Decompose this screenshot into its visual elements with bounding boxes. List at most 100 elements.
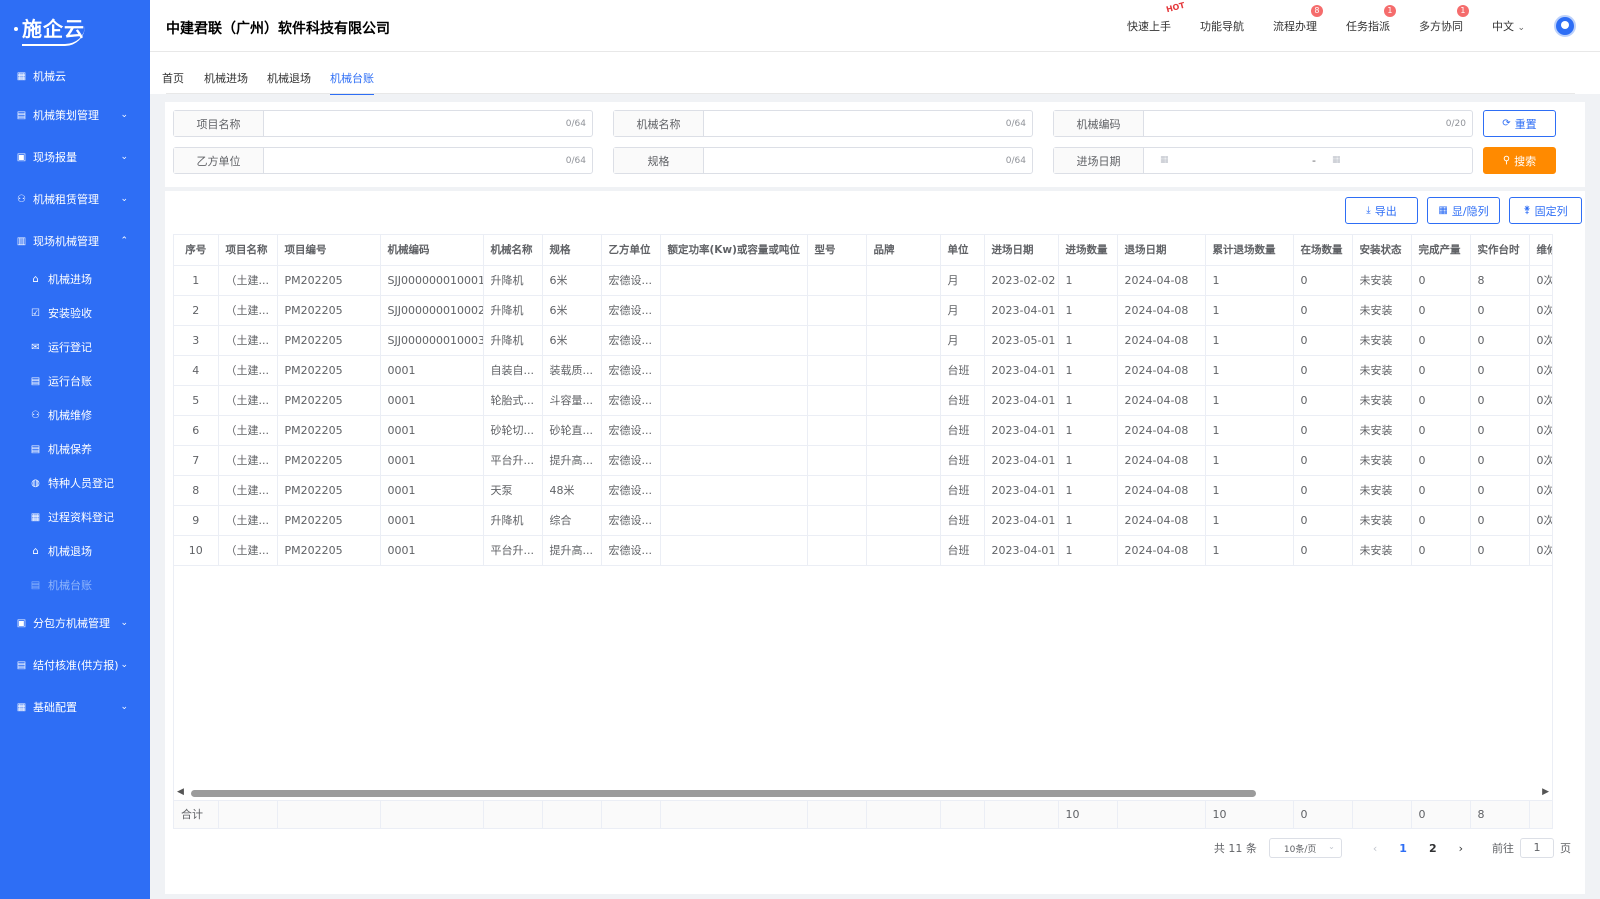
toggle-columns-button[interactable]: ▦ 显/隐列 bbox=[1427, 197, 1500, 224]
machine-name-input[interactable]: 0/64 bbox=[704, 111, 1032, 136]
sidebar-item-2[interactable]: ▤ 机械策划管理 ⌄ bbox=[0, 94, 150, 136]
tab-divider bbox=[166, 93, 1575, 94]
table-row[interactable]: 6 （土建... PM202205 0001 砂轮切... 砂轮直... 宏德设... 台班 2… bbox=[174, 415, 1552, 446]
sidebar-bottom-item-1[interactable]: ▣ 分包方机械管理 ⌄ bbox=[0, 602, 150, 644]
function-nav-link[interactable]: 功能导航 bbox=[1200, 18, 1244, 34]
column-header[interactable]: 维修 bbox=[1529, 235, 1552, 266]
sidebar-subitem-2[interactable]: ☑ 安装验收 bbox=[0, 296, 150, 330]
column-header[interactable]: 额定功率(Kw)或容量或吨位 bbox=[660, 235, 808, 266]
table-cell: 未安装 bbox=[1352, 385, 1412, 416]
scroll-left-icon[interactable]: ◀ bbox=[177, 787, 184, 797]
table-row[interactable]: 1 （土建... PM202205 SJJ000000010001 升降机 6米 宏德设..… bbox=[174, 265, 1552, 296]
scrollbar-thumb[interactable] bbox=[191, 790, 1256, 797]
column-header[interactable]: 退场日期 bbox=[1117, 235, 1206, 266]
prev-page-icon[interactable]: ‹ bbox=[1373, 842, 1377, 855]
table-cell: 2023-04-01 bbox=[984, 415, 1059, 446]
sidebar-bottom-item-3[interactable]: ▦ 基础配置 ⌄ bbox=[0, 686, 150, 728]
user-avatar[interactable] bbox=[1554, 15, 1576, 37]
fix-columns-button[interactable]: ⚵ 固定列 bbox=[1509, 197, 1582, 224]
sidebar-item-3[interactable]: ▣ 现场报量 ⌄ bbox=[0, 136, 150, 178]
machine-code-input[interactable]: 0/20 bbox=[1144, 111, 1472, 136]
sidebar-subitem-4[interactable]: ▤ 运行台账 bbox=[0, 364, 150, 398]
task-assign-link[interactable]: 任务指派 1 bbox=[1346, 5, 1396, 34]
column-header[interactable]: 单位 bbox=[940, 235, 985, 266]
tab-machine-account[interactable]: 机械台账 bbox=[330, 70, 374, 95]
page-2[interactable]: 2 bbox=[1429, 842, 1437, 855]
tab-home[interactable]: 首页 bbox=[162, 70, 184, 93]
table-cell: 2 bbox=[174, 295, 219, 326]
reset-button[interactable]: ⟳ 重置 bbox=[1483, 110, 1556, 137]
search-button[interactable]: ⚲ 搜索 bbox=[1483, 147, 1556, 174]
table-cell: 台班 bbox=[940, 355, 985, 386]
quick-start-link[interactable]: 快速上手 HOT bbox=[1127, 1, 1186, 34]
tab-machine-exit[interactable]: 机械退场 bbox=[267, 70, 311, 93]
page-size-select[interactable]: 10条/页 ⌄ bbox=[1268, 838, 1342, 858]
process-link[interactable]: 流程办理 8 bbox=[1273, 5, 1323, 34]
column-header[interactable]: 累计退场数量 bbox=[1205, 235, 1294, 266]
export-button[interactable]: ⤓ 导出 bbox=[1345, 197, 1418, 224]
horizontal-scrollbar[interactable]: ◀ ▶ bbox=[173, 787, 1553, 799]
table-cell: 1 bbox=[1058, 355, 1118, 386]
table-row[interactable]: 10 （土建... PM202205 0001 平台升... 提升高... 宏德设... 台班… bbox=[174, 535, 1552, 566]
table-cell: PM202205 bbox=[277, 415, 381, 446]
sidebar-item-4[interactable]: ⚇ 机械租赁管理 ⌄ bbox=[0, 178, 150, 220]
column-header[interactable]: 规格 bbox=[542, 235, 602, 266]
sidebar-subitem-1[interactable]: ⌂ 机械进场 bbox=[0, 262, 150, 296]
table-row[interactable]: 7 （土建... PM202205 0001 平台升... 提升高... 宏德设... 台班 2… bbox=[174, 445, 1552, 476]
table-cell: 2024-04-08 bbox=[1117, 505, 1206, 536]
spec-input[interactable]: 0/64 bbox=[704, 148, 1032, 173]
column-header[interactable]: 项目编号 bbox=[277, 235, 381, 266]
table-cell: PM202205 bbox=[277, 535, 381, 566]
collaboration-link[interactable]: 多方协同 1 bbox=[1419, 5, 1469, 34]
column-header[interactable]: 安装状态 bbox=[1352, 235, 1412, 266]
language-select[interactable]: 中文 ⌄ bbox=[1492, 18, 1525, 34]
table-cell: 未安装 bbox=[1352, 535, 1412, 566]
column-header[interactable]: 品牌 bbox=[866, 235, 941, 266]
table-row[interactable]: 3 （土建... PM202205 SJJ000000010003 升降机 6米 宏德设..… bbox=[174, 325, 1552, 356]
table-cell: 宏德设... bbox=[601, 295, 661, 326]
sidebar-item-5[interactable]: ▥ 现场机械管理 ⌃ bbox=[0, 220, 150, 262]
table-cell: （土建... bbox=[218, 535, 278, 566]
column-header[interactable]: 序号 bbox=[174, 235, 219, 266]
table-cell bbox=[866, 265, 941, 296]
table-row[interactable]: 2 （土建... PM202205 SJJ000000010002 升降机 6米 宏德设..… bbox=[174, 295, 1552, 326]
sidebar-subitem-label: 过程资料登记 bbox=[48, 511, 114, 524]
sidebar-subitem-10[interactable]: ▤ 机械台账 bbox=[0, 568, 150, 602]
sidebar-subitem-5[interactable]: ⚇ 机械维修 bbox=[0, 398, 150, 432]
goto-page-input[interactable]: 1 bbox=[1520, 838, 1554, 858]
sidebar-item-1[interactable]: ▦ 机械云 bbox=[0, 58, 150, 94]
column-header[interactable]: 在场数量 bbox=[1293, 235, 1353, 266]
column-header[interactable]: 项目名称 bbox=[218, 235, 278, 266]
sidebar-bottom-item-2[interactable]: ▤ 结付核准(供方报) ⌄ bbox=[0, 644, 150, 686]
column-header[interactable]: 乙方单位 bbox=[601, 235, 661, 266]
sidebar-subitem-6[interactable]: ▤ 机械保养 bbox=[0, 432, 150, 466]
column-header[interactable]: 进场日期 bbox=[984, 235, 1059, 266]
sidebar: 施企云 ▦ 机械云 ▤ 机械策划管理 ⌄ ▣ 现场报量 ⌄ ⚇ 机械租赁管理 ⌄ ▥ 现场机械管理 ⌃ ⌂… bbox=[0, 0, 150, 899]
table-cell: 2024-04-08 bbox=[1117, 445, 1206, 476]
table-row[interactable]: 8 （土建... PM202205 0001 天泵 48米 宏德设... 台班 2023-04-… bbox=[174, 475, 1552, 506]
column-header[interactable]: 进场数量 bbox=[1058, 235, 1118, 266]
table-row[interactable]: 4 （土建... PM202205 0001 自装自... 装载质... 宏德设... 台班 2… bbox=[174, 355, 1552, 386]
sidebar-subitem-9[interactable]: ⌂ 机械退场 bbox=[0, 534, 150, 568]
column-header[interactable]: 型号 bbox=[807, 235, 867, 266]
column-header[interactable]: 实作台时 bbox=[1470, 235, 1530, 266]
check-icon: ☑ bbox=[31, 307, 40, 319]
scroll-right-icon[interactable]: ▶ bbox=[1542, 787, 1549, 797]
table-row[interactable]: 5 （土建... PM202205 0001 轮胎式... 斗容量... 宏德设... 台班 2… bbox=[174, 385, 1552, 416]
table-row[interactable]: 9 （土建... PM202205 0001 升降机 综合 宏德设... 台班 2023-04-… bbox=[174, 505, 1552, 536]
app-logo[interactable]: 施企云 bbox=[0, 0, 150, 58]
lease-icon: ⚇ bbox=[17, 193, 26, 205]
sidebar-subitem-3[interactable]: ✉ 运行登记 bbox=[0, 330, 150, 364]
table-cell: 0 bbox=[1411, 265, 1471, 296]
sidebar-subitem-7[interactable]: ◍ 特种人员登记 bbox=[0, 466, 150, 500]
project-name-input[interactable]: 0/64 bbox=[264, 111, 592, 136]
sidebar-subitem-8[interactable]: ▦ 过程资料登记 bbox=[0, 500, 150, 534]
next-page-icon[interactable]: › bbox=[1459, 842, 1463, 855]
column-header[interactable]: 机械名称 bbox=[483, 235, 543, 266]
party-b-input[interactable]: 0/64 bbox=[264, 148, 592, 173]
column-header[interactable]: 机械编码 bbox=[380, 235, 484, 266]
page-1[interactable]: 1 bbox=[1399, 842, 1407, 855]
tab-machine-enter[interactable]: 机械进场 bbox=[204, 70, 248, 93]
enter-date-range[interactable]: ▦ - ▦ bbox=[1144, 148, 1472, 173]
column-header[interactable]: 完成产量 bbox=[1411, 235, 1471, 266]
